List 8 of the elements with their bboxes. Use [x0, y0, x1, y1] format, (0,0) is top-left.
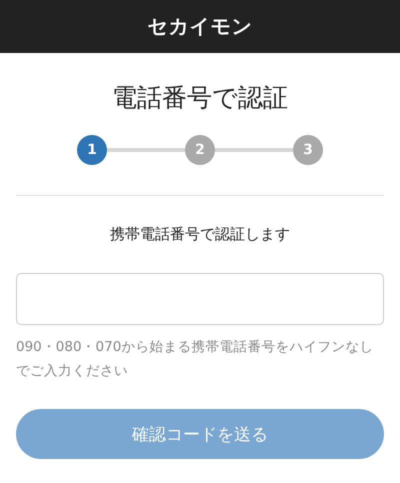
step-indicator: 2 [185, 135, 215, 165]
phone-input-field[interactable] [16, 273, 384, 325]
step-indicator: 1 [77, 135, 107, 165]
logo: セカイモン [148, 13, 252, 40]
step-indicator: 3 [293, 135, 323, 165]
help-text: 090・080・070から始まる携帯電話番号をハイフンなしでご入力ください [16, 338, 374, 381]
subtitle: 携帯電話番号で認証します [109, 224, 291, 244]
page-title: 電話番号で認証 [111, 82, 289, 114]
